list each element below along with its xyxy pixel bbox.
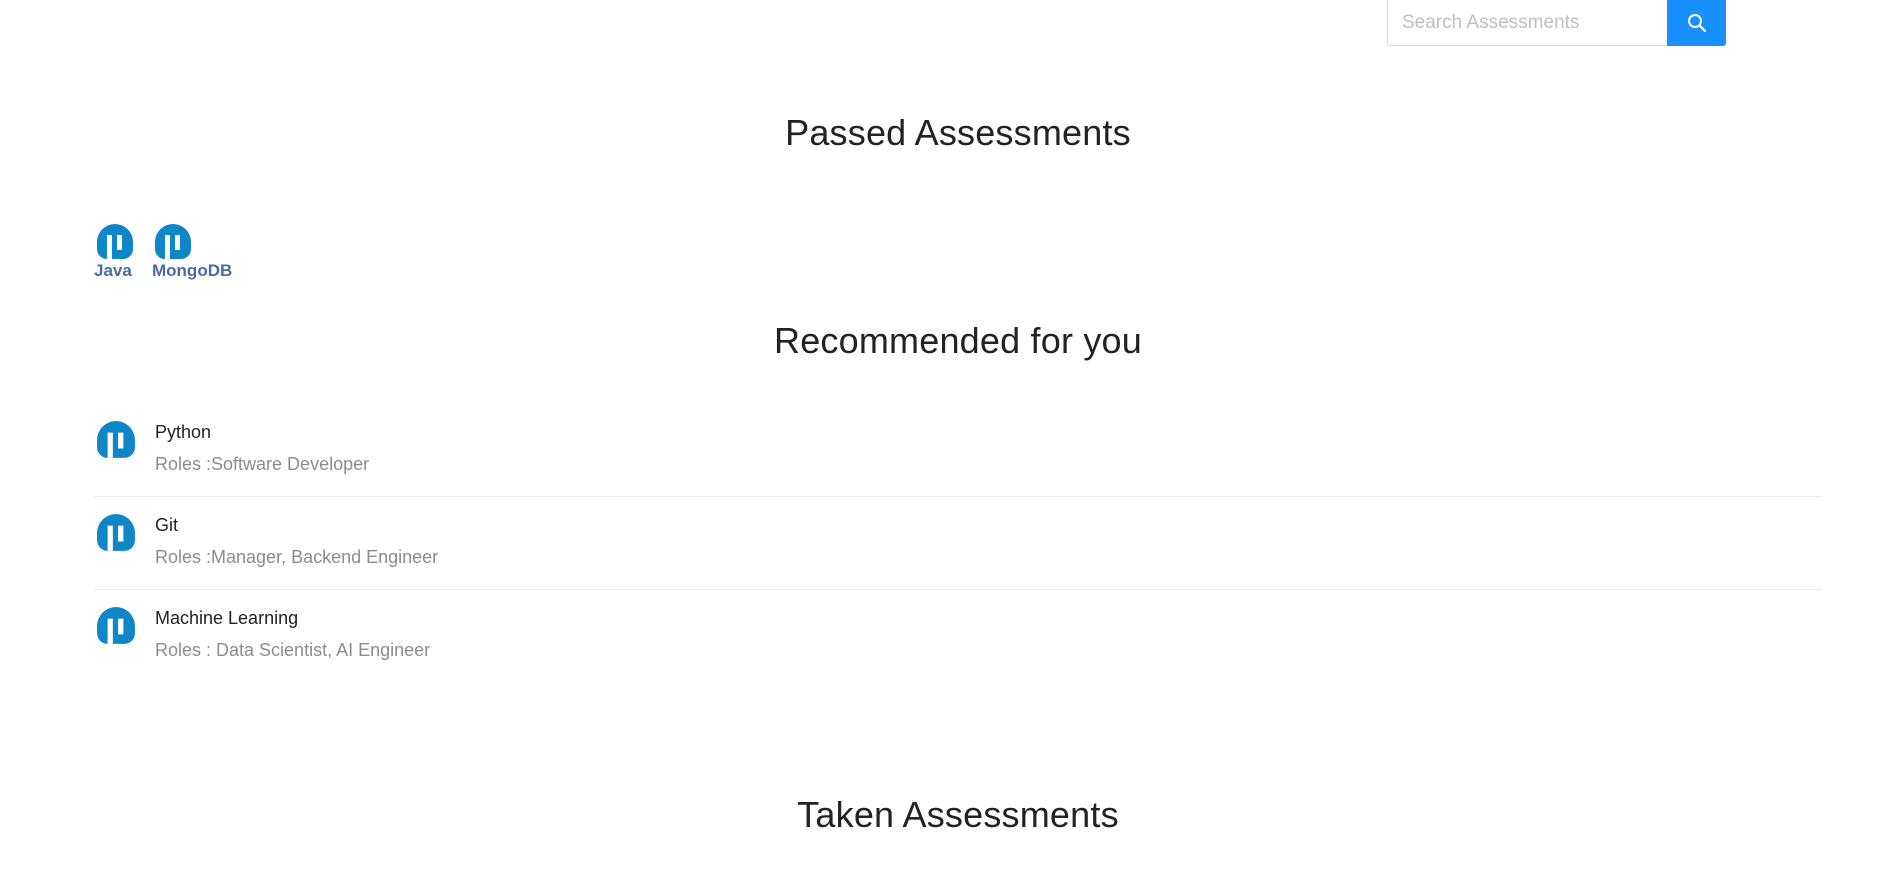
list-item[interactable]: Python Roles :Software Developer [94,404,1822,497]
recommended-title: Recommended for you [774,320,1142,361]
search-bar [1387,0,1726,46]
passed-assessments-title: Passed Assessments [785,112,1131,153]
search-button[interactable] [1667,0,1726,46]
recommended-list: Python Roles :Software Developer Git Rol… [94,404,1822,682]
assessment-roles: Roles :Software Developer [155,454,370,474]
assessment-name: Git [155,515,179,535]
list-item[interactable]: Machine Learning Roles : Data Scientist,… [94,590,1822,682]
passed-assessments-list: Java MongoDB [94,223,232,281]
assessment-roles: Roles :Manager, Backend Engineer [155,547,439,567]
assessment-name: Machine Learning [155,608,299,628]
assessment-logo-icon [97,607,135,644]
search-icon [1687,14,1706,33]
passed-item-java[interactable]: Java [94,223,134,281]
assessment-logo-icon [97,514,135,551]
assessment-logo-icon [97,421,135,458]
passed-item-label: Java [94,261,132,280]
assessments-page: Passed Assessments Java MongoDB Recommen… [0,0,1896,870]
passed-item-label: MongoDB [152,261,233,280]
assessment-logo-icon [97,224,133,259]
list-item[interactable]: Git Roles :Manager, Backend Engineer [94,497,1822,590]
taken-assessments-title: Taken Assessments [797,794,1119,835]
assessment-roles: Roles : Data Scientist, AI Engineer [155,640,431,660]
passed-item-mongodb[interactable]: MongoDB [152,223,232,281]
assessment-logo-icon [155,224,191,259]
search-input[interactable] [1387,0,1667,46]
assessment-name: Python [155,422,212,442]
